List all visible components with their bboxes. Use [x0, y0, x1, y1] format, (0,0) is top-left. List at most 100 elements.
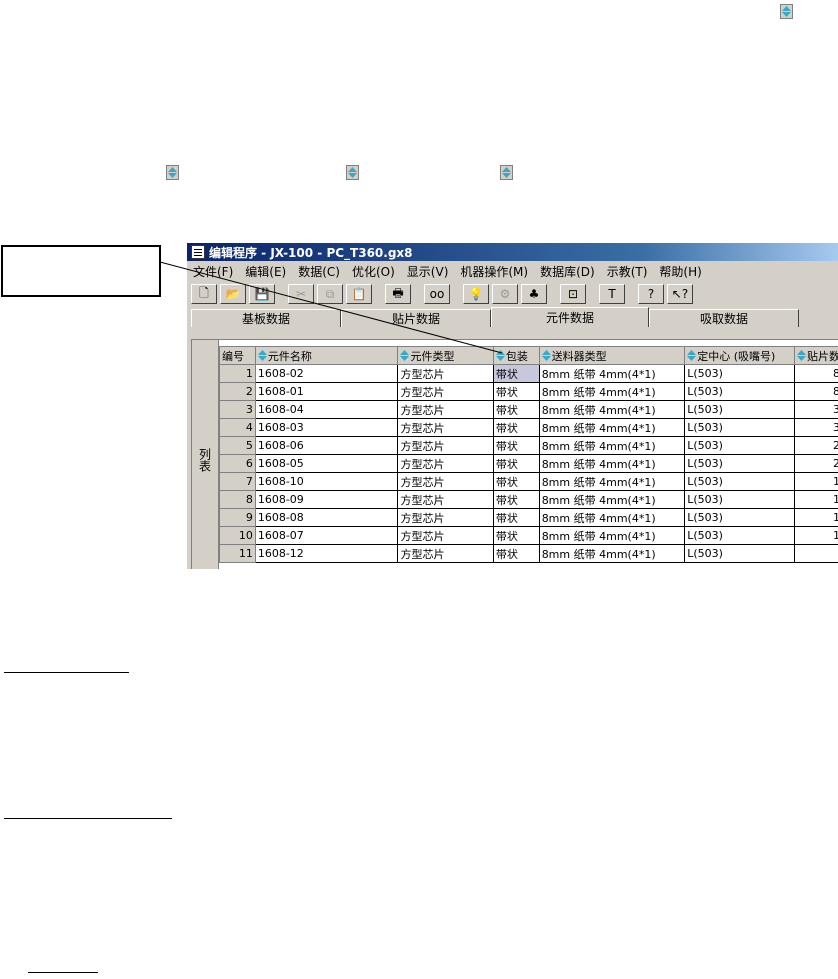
table-cell[interactable]: 8mm 纸带 4mm(4*1)	[538, 508, 686, 527]
table-cell[interactable]: 1608-04	[254, 400, 399, 419]
table-cell[interactable]: 3	[219, 400, 256, 419]
table-cell[interactable]: 7	[219, 472, 256, 491]
table-cell[interactable]: L(503)	[684, 544, 795, 563]
menu-item[interactable]: 数据库(D)	[540, 263, 595, 280]
table-cell[interactable]: 2	[793, 436, 838, 455]
table-cell[interactable]: 8mm 纸带 4mm(4*1)	[538, 490, 686, 509]
table-row[interactable]: 91608-08方型芯片带状8mm 纸带 4mm(4*1)L(503)1	[219, 508, 838, 527]
table-cell[interactable]: 方型芯片	[397, 544, 494, 563]
table-cell[interactable]: 10	[219, 526, 256, 545]
table-cell[interactable]: 1	[793, 526, 838, 545]
context-help-button[interactable]: ↖?	[667, 284, 693, 304]
column-header[interactable]: 编号	[219, 346, 256, 365]
table-cell[interactable]: 8mm 纸带 4mm(4*1)	[538, 544, 686, 563]
table-cell[interactable]: 方型芯片	[397, 364, 494, 383]
components-button[interactable]: ♣	[521, 284, 547, 304]
table-cell[interactable]: 6	[219, 454, 256, 473]
table-cell[interactable]: L(503)	[684, 364, 795, 383]
table-cell[interactable]: 8	[793, 364, 838, 383]
table-row[interactable]: 61608-05方型芯片带状8mm 纸带 4mm(4*1)L(503)2	[219, 454, 838, 473]
table-cell[interactable]: 5	[219, 436, 256, 455]
column-header[interactable]: 元件名称	[254, 346, 399, 365]
table-cell[interactable]: 1608-10	[254, 472, 399, 491]
table-cell[interactable]: L(503)	[684, 436, 795, 455]
table-cell[interactable]: 1608-12	[254, 544, 399, 563]
table-cell[interactable]: 8	[793, 382, 838, 401]
table-cell[interactable]: 9	[219, 508, 256, 527]
menu-item[interactable]: 优化(O)	[352, 263, 395, 280]
menu-item[interactable]: 文件(F)	[193, 263, 233, 280]
table-cell[interactable]: 1	[793, 508, 838, 527]
menu-item[interactable]: 示教(T)	[607, 263, 648, 280]
table-row[interactable]: 11608-02方型芯片带状8mm 纸带 4mm(4*1)L(503)8	[219, 364, 838, 383]
nozzle-button[interactable]: ⚙	[492, 284, 518, 304]
tab-2[interactable]: 贴片数据	[341, 309, 491, 327]
table-cell[interactable]: 8	[219, 490, 256, 509]
table-cell[interactable]: 3	[793, 400, 838, 419]
column-header[interactable]: 包装	[492, 346, 540, 365]
table-cell[interactable]: 带状	[492, 472, 540, 491]
table-cell[interactable]: 1608-02	[254, 364, 399, 383]
open-folder-button[interactable]: 📂	[220, 284, 246, 304]
table-cell[interactable]: L(503)	[684, 400, 795, 419]
new-file-button[interactable]: 🗋	[191, 284, 217, 304]
tab-4[interactable]: 吸取数据	[649, 309, 799, 327]
table-cell[interactable]: 11	[219, 544, 256, 563]
center-button[interactable]: ⊡	[560, 284, 586, 304]
table-cell[interactable]: 带状	[492, 454, 540, 473]
table-cell[interactable]	[793, 544, 838, 563]
table-cell[interactable]: 带状	[492, 490, 540, 509]
table-cell[interactable]: 8mm 纸带 4mm(4*1)	[538, 472, 686, 491]
table-cell[interactable]: 3	[793, 418, 838, 437]
lightbulb-button[interactable]: 💡	[463, 284, 489, 304]
text-button[interactable]: T	[599, 284, 625, 304]
table-cell[interactable]: 方型芯片	[397, 418, 494, 437]
table-cell[interactable]: 8mm 纸带 4mm(4*1)	[538, 418, 686, 437]
cut-button[interactable]: ✂	[288, 284, 314, 304]
tab-3[interactable]: 元件数据	[491, 307, 649, 327]
table-cell[interactable]: L(503)	[684, 418, 795, 437]
table-row[interactable]: 81608-09方型芯片带状8mm 纸带 4mm(4*1)L(503)1	[219, 490, 838, 509]
table-cell[interactable]: 8mm 纸带 4mm(4*1)	[538, 400, 686, 419]
table-cell[interactable]: 带状	[492, 400, 540, 419]
column-header[interactable]: 送料器类型	[538, 346, 686, 365]
table-cell[interactable]: 2	[219, 382, 256, 401]
table-cell[interactable]: 8mm 纸带 4mm(4*1)	[538, 364, 686, 383]
table-row[interactable]: 41608-03方型芯片带状8mm 纸带 4mm(4*1)L(503)3	[219, 418, 838, 437]
table-row[interactable]: 101608-07方型芯片带状8mm 纸带 4mm(4*1)L(503)1	[219, 526, 838, 545]
table-cell[interactable]: 8mm 纸带 4mm(4*1)	[538, 382, 686, 401]
table-row[interactable]: 51608-06方型芯片带状8mm 纸带 4mm(4*1)L(503)2	[219, 436, 838, 455]
table-cell[interactable]: 1	[219, 364, 256, 383]
table-row[interactable]: 11 1608-12 方型芯片 带状 8mm 纸带 4mm(4*1) L(503)	[219, 544, 838, 563]
table-cell[interactable]: 带状	[492, 526, 540, 545]
menu-item[interactable]: 编辑(E)	[245, 263, 286, 280]
table-cell[interactable]: 带状	[492, 436, 540, 455]
table-cell[interactable]: 1608-06	[254, 436, 399, 455]
table-cell[interactable]: 方型芯片	[397, 454, 494, 473]
table-cell[interactable]: 1608-05	[254, 454, 399, 473]
column-header[interactable]: 元件类型	[397, 346, 494, 365]
table-cell[interactable]: L(503)	[684, 454, 795, 473]
table-cell[interactable]: 4	[219, 418, 256, 437]
table-cell[interactable]: 1608-01	[254, 382, 399, 401]
table-cell[interactable]: 1608-07	[254, 526, 399, 545]
table-cell[interactable]: 1	[793, 472, 838, 491]
tab-1[interactable]: 基板数据	[191, 309, 341, 327]
table-cell[interactable]: L(503)	[684, 526, 795, 545]
print-button[interactable]: 🖶	[385, 284, 411, 304]
table-row[interactable]: 21608-01方型芯片带状8mm 纸带 4mm(4*1)L(503)8	[219, 382, 838, 401]
table-cell[interactable]: 方型芯片	[397, 400, 494, 419]
table-cell[interactable]: 8mm 纸带 4mm(4*1)	[538, 454, 686, 473]
table-cell[interactable]: 带状	[492, 418, 540, 437]
table-cell[interactable]: L(503)	[684, 472, 795, 491]
table-cell[interactable]: 1608-09	[254, 490, 399, 509]
table-cell[interactable]: 带状	[492, 382, 540, 401]
menu-item[interactable]: 显示(V)	[407, 263, 449, 280]
table-cell[interactable]: 方型芯片	[397, 508, 494, 527]
table-cell[interactable]: 2	[793, 454, 838, 473]
table-row[interactable]: 31608-04方型芯片带状8mm 纸带 4mm(4*1)L(503)3	[219, 400, 838, 419]
table-cell[interactable]: 带状	[492, 508, 540, 527]
table-cell[interactable]: 方型芯片	[397, 382, 494, 401]
table-cell[interactable]: 方型芯片	[397, 436, 494, 455]
table-cell[interactable]: 带状	[492, 544, 540, 563]
